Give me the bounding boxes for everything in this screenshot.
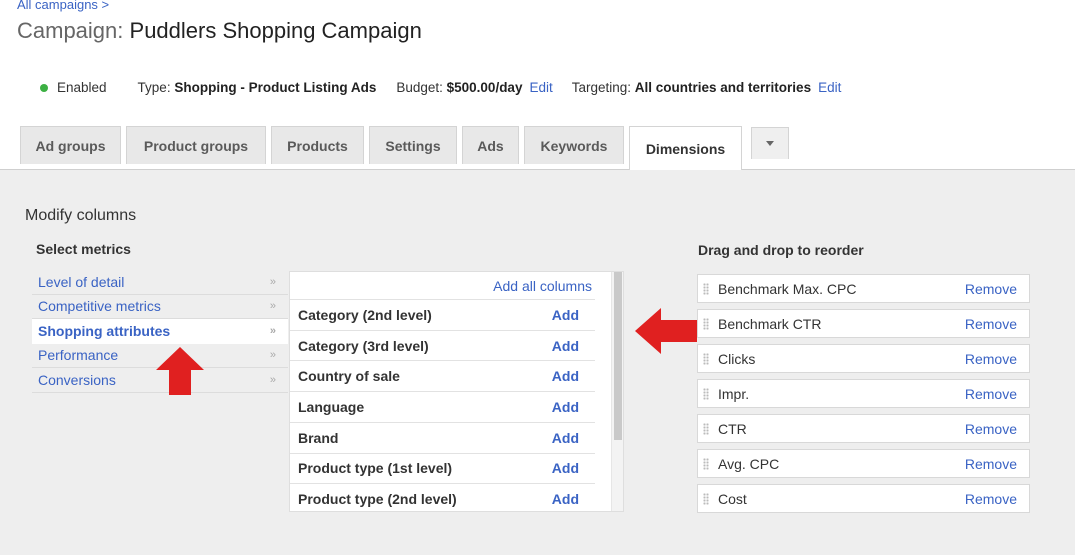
add-column-button[interactable]: Add — [552, 307, 579, 323]
grip-icon[interactable] — [703, 353, 709, 365]
double-chevron-right-icon: » — [269, 300, 276, 313]
tab-products[interactable]: Products — [271, 126, 364, 164]
add-column-button[interactable]: Add — [552, 491, 579, 507]
remove-column-button[interactable]: Remove — [965, 421, 1017, 437]
selected-column-item[interactable]: Benchmark CTR Remove — [697, 309, 1030, 338]
grip-icon[interactable] — [703, 423, 709, 435]
category-competitive-metrics[interactable]: Competitive metrics » — [32, 295, 288, 319]
selected-column-item[interactable]: CTR Remove — [697, 414, 1030, 443]
targeting-edit-link[interactable]: Edit — [818, 80, 841, 95]
campaign-name: Puddlers Shopping Campaign — [129, 18, 422, 43]
selected-columns-list: Benchmark Max. CPC Remove Benchmark CTR Re… — [697, 274, 1030, 519]
column-name: Product type (2nd level) — [298, 491, 457, 508]
tab-settings[interactable]: Settings — [369, 126, 457, 164]
selected-column-item[interactable]: Cost Remove — [697, 484, 1030, 513]
double-chevron-right-icon: » — [269, 373, 276, 386]
tab-product-groups[interactable]: Product groups — [126, 126, 266, 164]
selected-column-name: Avg. CPC — [718, 455, 780, 472]
column-name: Country of sale — [298, 368, 400, 385]
category-label: Conversions — [38, 371, 116, 388]
type-label: Type: — [137, 80, 171, 95]
selected-column-name: CTR — [718, 420, 747, 437]
selected-column-name: Clicks — [718, 350, 756, 367]
type-value: Shopping - Product Listing Ads — [174, 80, 377, 95]
tab-dimensions[interactable]: Dimensions — [629, 126, 742, 170]
selected-column-item[interactable]: Impr. Remove — [697, 379, 1030, 408]
tab-more-button[interactable] — [751, 127, 789, 159]
selected-column-name: Cost — [718, 490, 747, 507]
status-enabled-dot-icon — [40, 83, 48, 92]
campaign-tabs: Ad groups Product groups Products Settin… — [0, 126, 1075, 170]
budget-value: $500.00/day — [446, 80, 523, 95]
selected-column-item[interactable]: Avg. CPC Remove — [697, 449, 1030, 478]
category-label: Shopping attributes — [38, 323, 171, 340]
column-name: Language — [298, 398, 365, 415]
campaign-label: Campaign: — [17, 18, 124, 43]
add-column-button[interactable]: Add — [552, 430, 579, 446]
targeting-value: All countries and territories — [634, 80, 812, 95]
select-metrics-heading: Select metrics — [36, 241, 131, 257]
add-column-button[interactable]: Add — [552, 338, 579, 354]
grip-icon[interactable] — [703, 458, 709, 470]
caret-down-icon — [766, 141, 774, 146]
column-name: Category (3rd level) — [298, 337, 429, 354]
column-name: Brand — [298, 429, 339, 446]
annotation-arrow-up-icon — [156, 347, 204, 395]
grip-icon[interactable] — [703, 318, 709, 330]
selected-column-name: Benchmark CTR — [718, 315, 822, 332]
page-title: Campaign: Puddlers Shopping Campaign — [17, 18, 422, 44]
selected-column-name: Impr. — [718, 385, 750, 402]
remove-column-button[interactable]: Remove — [965, 316, 1017, 332]
available-columns-list: Add all columns Category (2nd level) Add … — [289, 271, 624, 512]
columns-scrollbar[interactable] — [611, 272, 623, 511]
grip-icon[interactable] — [703, 493, 709, 505]
tab-ads[interactable]: Ads — [462, 126, 519, 164]
selected-column-item[interactable]: Clicks Remove — [697, 344, 1030, 373]
column-row: Brand Add — [290, 421, 595, 453]
add-column-button[interactable]: Add — [552, 399, 579, 415]
column-row: Country of sale Add — [290, 360, 595, 391]
remove-column-button[interactable]: Remove — [965, 491, 1017, 507]
campaign-status-bar: Enabled Type: Shopping - Product Listing… — [40, 80, 841, 95]
add-all-columns-link[interactable]: Add all columns — [493, 278, 592, 294]
add-column-button[interactable]: Add — [552, 368, 579, 384]
remove-column-button[interactable]: Remove — [965, 281, 1017, 297]
category-level-of-detail[interactable]: Level of detail » — [32, 270, 288, 295]
remove-column-button[interactable]: Remove — [965, 456, 1017, 472]
category-label: Level of detail — [38, 273, 125, 290]
category-shopping-attributes[interactable]: Shopping attributes » — [32, 319, 288, 344]
selected-column-item[interactable]: Benchmark Max. CPC Remove — [697, 274, 1030, 303]
remove-column-button[interactable]: Remove — [965, 386, 1017, 402]
tab-ad-groups[interactable]: Ad groups — [20, 126, 121, 164]
grip-icon[interactable] — [703, 388, 709, 400]
double-chevron-right-icon: » — [269, 275, 276, 288]
double-chevron-right-icon: » — [269, 325, 276, 338]
column-row: Language Add — [290, 391, 595, 422]
breadcrumb-all-campaigns[interactable]: All campaigns > — [17, 0, 109, 12]
reorder-heading: Drag and drop to reorder — [698, 242, 864, 258]
scrollbar-thumb[interactable] — [614, 272, 622, 440]
status-text[interactable]: Enabled — [57, 80, 107, 95]
column-name: Category (2nd level) — [298, 306, 432, 323]
column-row: Product type (1st level) Add — [290, 452, 595, 484]
category-label: Performance — [38, 347, 119, 364]
tab-keywords[interactable]: Keywords — [524, 126, 624, 164]
grip-icon[interactable] — [703, 283, 709, 295]
column-row: Category (2nd level) Add — [290, 299, 595, 330]
column-row: Product type (2nd level) Add — [290, 483, 595, 511]
budget-edit-link[interactable]: Edit — [529, 80, 552, 95]
targeting-label: Targeting: — [571, 80, 632, 95]
column-row: Category (3rd level) Add — [290, 329, 595, 361]
budget-label: Budget: — [396, 80, 443, 95]
modify-columns-title: Modify columns — [25, 207, 137, 224]
double-chevron-right-icon: » — [269, 349, 276, 362]
annotation-arrow-left-icon — [635, 308, 697, 354]
column-name: Product type (1st level) — [298, 460, 453, 477]
add-column-button[interactable]: Add — [552, 460, 579, 476]
remove-column-button[interactable]: Remove — [965, 351, 1017, 367]
category-label: Competitive metrics — [38, 298, 161, 315]
selected-column-name: Benchmark Max. CPC — [718, 280, 857, 297]
